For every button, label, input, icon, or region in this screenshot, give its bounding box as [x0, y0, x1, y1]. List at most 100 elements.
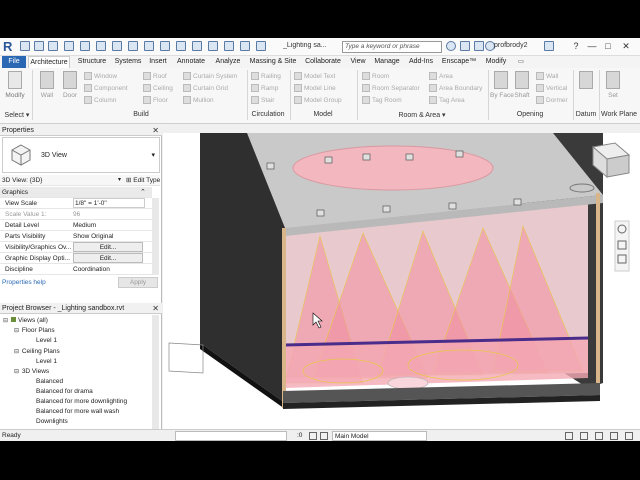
measure-icon[interactable]: [112, 41, 122, 51]
close-icon[interactable]: ✕: [152, 125, 159, 136]
type-selector[interactable]: 3D View ▾: [2, 137, 160, 173]
graphics-section-header[interactable]: Graphics ⌃: [0, 187, 152, 198]
tab-systems[interactable]: Systems: [112, 56, 144, 68]
wall-button[interactable]: Wall: [36, 71, 58, 99]
close-icon[interactable]: ✕: [152, 303, 159, 314]
shaft-button[interactable]: Shaft: [511, 71, 533, 99]
exchange-icon[interactable]: [544, 41, 554, 51]
property-row[interactable]: Detail Level Medium: [0, 220, 152, 231]
tab-manage[interactable]: Manage: [372, 56, 402, 68]
redo-icon[interactable]: [80, 41, 90, 51]
collapse-toggle-icon[interactable]: ⊟: [14, 348, 20, 355]
by-face-button[interactable]: By Face: [490, 71, 514, 99]
tab-architecture[interactable]: Architecture: [28, 56, 70, 68]
filter-icon[interactable]: [625, 432, 633, 440]
tree-item-3d-views[interactable]: ⊟ 3D Views: [14, 368, 49, 375]
ceiling-button[interactable]: Ceiling: [143, 83, 173, 94]
room-button[interactable]: Room: [362, 71, 389, 82]
curtain-grid-button[interactable]: Curtain Grid: [183, 83, 228, 94]
ramp-button[interactable]: Ramp: [251, 83, 278, 94]
project-browser-scrollbar[interactable]: [152, 315, 159, 439]
room-area-group-label[interactable]: Room & Area ▾: [357, 111, 487, 119]
tab-annotate[interactable]: Annotate: [173, 56, 209, 68]
curtain-system-button[interactable]: Curtain System: [183, 71, 237, 82]
properties-scrollbar[interactable]: [152, 198, 159, 275]
tag-room-button[interactable]: Tag Room: [362, 95, 402, 106]
dropdown-arrow-icon[interactable]: ▾: [151, 151, 155, 159]
ribbon-toggle-icon[interactable]: ▭: [516, 56, 526, 68]
dormer-button[interactable]: Dormer: [536, 95, 568, 106]
save-icon[interactable]: [34, 41, 44, 51]
tree-item-balanced-downlighting[interactable]: Balanced for more downlighting: [36, 398, 127, 405]
property-row[interactable]: Parts Visibility Show Original: [0, 231, 152, 242]
railing-button[interactable]: Railing: [251, 71, 281, 82]
model-group-button[interactable]: Model Group: [294, 95, 342, 106]
tag-icon[interactable]: [144, 41, 154, 51]
visibility-graphics-edit-button[interactable]: Edit...: [73, 242, 143, 252]
tab-structure[interactable]: Structure: [74, 56, 110, 68]
tab-view[interactable]: View: [347, 56, 369, 68]
collapse-icon[interactable]: ⌃: [140, 187, 146, 198]
print-icon[interactable]: [96, 41, 106, 51]
navigation-bar[interactable]: [614, 220, 630, 272]
tab-collaborate[interactable]: Collaborate: [302, 56, 344, 68]
design-options-icon[interactable]: [320, 432, 328, 440]
select-group-label[interactable]: Select ▾: [4, 111, 30, 119]
property-row[interactable]: Visibility/Graphics Ov... Edit...: [0, 242, 152, 253]
graphic-display-edit-button[interactable]: Edit...: [73, 253, 143, 263]
3d-viewport[interactable]: [163, 133, 640, 431]
column-button[interactable]: Column: [84, 95, 116, 106]
3d-view-icon[interactable]: [176, 41, 186, 51]
tree-item-floor-plans[interactable]: ⊟ Floor Plans: [14, 327, 55, 334]
collapse-toggle-icon[interactable]: ⊟: [14, 327, 20, 334]
sync-icon[interactable]: [48, 41, 58, 51]
tab-insert[interactable]: Insert: [146, 56, 170, 68]
design-option-selector[interactable]: Main Model: [332, 431, 427, 441]
user-name[interactable]: profbrody2: [494, 42, 527, 49]
tab-modify[interactable]: Modify: [481, 56, 511, 68]
tab-massing-site[interactable]: Massing & Site: [247, 56, 299, 68]
wall-opening-button[interactable]: Wall: [536, 71, 558, 82]
instance-selector[interactable]: 3D View: {3D}: [2, 175, 42, 186]
set-work-plane-button[interactable]: Set: [602, 71, 624, 99]
workset-selector[interactable]: [175, 431, 287, 441]
select-links-icon[interactable]: [565, 432, 573, 440]
text-icon[interactable]: [160, 41, 170, 51]
window-button[interactable]: Window: [84, 71, 117, 82]
3d-model-canvas[interactable]: [163, 133, 640, 431]
undo-icon[interactable]: [64, 41, 74, 51]
minimize-button[interactable]: —: [586, 40, 598, 52]
search-icon[interactable]: [446, 41, 456, 51]
roof-button[interactable]: Roof: [143, 71, 167, 82]
subscription-icon[interactable]: [460, 41, 470, 51]
datum-button[interactable]: [575, 71, 597, 89]
favorites-icon[interactable]: [474, 41, 484, 51]
app-logo-icon[interactable]: R: [3, 39, 15, 54]
customize-qat-icon[interactable]: [256, 41, 266, 51]
component-button[interactable]: Component: [84, 83, 128, 94]
tab-file[interactable]: File: [2, 56, 26, 68]
editable-only-icon[interactable]: [309, 432, 317, 440]
collapse-toggle-icon[interactable]: ⊟: [3, 317, 9, 324]
close-hidden-icon[interactable]: [224, 41, 234, 51]
close-button[interactable]: ✕: [620, 40, 632, 52]
help-icon[interactable]: ?: [570, 40, 582, 52]
maximize-button[interactable]: □: [602, 40, 614, 52]
dimension-icon[interactable]: [128, 41, 138, 51]
thin-lines-icon[interactable]: [208, 41, 218, 51]
select-by-face-icon[interactable]: [610, 432, 618, 440]
tree-item-floor-plan-level-1[interactable]: Level 1: [36, 337, 57, 344]
vertical-button[interactable]: Vertical: [536, 83, 567, 94]
tag-area-button[interactable]: Tag Area: [429, 95, 465, 106]
mullion-button[interactable]: Mullion: [183, 95, 214, 106]
tab-enscape[interactable]: Enscape™: [440, 56, 478, 68]
select-underlay-icon[interactable]: [580, 432, 588, 440]
apply-button[interactable]: Apply: [118, 277, 158, 288]
tree-item-ceiling-plan-level-1[interactable]: Level 1: [36, 358, 57, 365]
tree-item-ceiling-plans[interactable]: ⊟ Ceiling Plans: [14, 348, 60, 355]
door-button[interactable]: Door: [59, 71, 81, 99]
property-row[interactable]: Discipline Coordination: [0, 264, 152, 275]
room-separator-button[interactable]: Room Separator: [362, 83, 420, 94]
section-icon[interactable]: [192, 41, 202, 51]
property-row[interactable]: View Scale 1/8" = 1'-0": [0, 198, 152, 209]
